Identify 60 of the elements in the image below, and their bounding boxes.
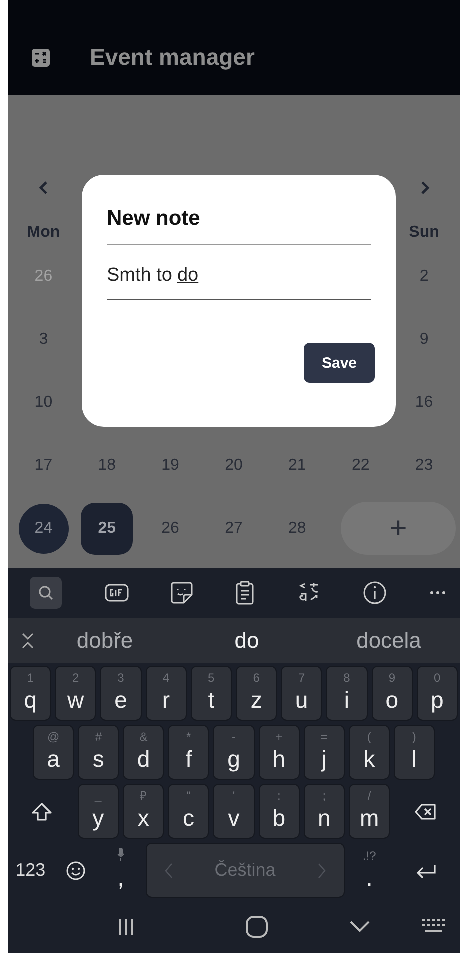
numbers-key[interactable]: 123 (10, 843, 52, 898)
chevron-left-icon[interactable] (39, 180, 48, 194)
key[interactable]: .!? . (349, 843, 390, 898)
key[interactable]: 5 t (190, 666, 232, 721)
key[interactable]: ( k (348, 725, 390, 780)
calculator-icon (32, 48, 50, 66)
key[interactable]: = j (304, 725, 345, 780)
save-button[interactable]: Save (304, 343, 375, 383)
collapse-icon[interactable] (22, 632, 34, 648)
more-icon[interactable] (430, 591, 446, 595)
key[interactable]: 3 e (100, 666, 142, 721)
key[interactable]: - g (213, 725, 255, 780)
chevron-right-icon[interactable] (421, 180, 430, 194)
key[interactable]: & d (123, 725, 164, 780)
key[interactable]: / m (349, 784, 390, 839)
note-input-field[interactable]: Smth to do (107, 265, 371, 300)
key[interactable]: ₽ x (123, 784, 164, 839)
suggestion[interactable]: do (176, 628, 318, 654)
key[interactable]: 1 q (10, 666, 52, 721)
backspace-icon[interactable] (415, 802, 438, 822)
home-icon[interactable] (246, 916, 268, 938)
suggestion[interactable]: docela (318, 628, 460, 654)
chevron-right-icon (318, 862, 326, 878)
key[interactable]: @ a (33, 725, 74, 780)
day-cell[interactable]: 25 (81, 502, 134, 554)
key[interactable]: ) l (394, 725, 435, 780)
chevron-left-icon (164, 862, 173, 878)
key[interactable]: ' v (213, 784, 255, 839)
shift-icon[interactable] (30, 802, 53, 822)
dialog-title: New note (107, 207, 371, 245)
weekday-label: Mon (27, 224, 60, 242)
day-cell[interactable]: 24 (18, 504, 69, 554)
key[interactable]: 2 w (55, 666, 96, 721)
key[interactable]: 7 u (281, 666, 322, 721)
suggestion[interactable]: dobře (34, 628, 176, 654)
key[interactable]: ; n (304, 784, 345, 839)
weekday-label: Sun (409, 224, 440, 242)
key[interactable]: 0 p (416, 666, 458, 721)
key[interactable]: # s (78, 725, 120, 780)
search-icon[interactable] (30, 577, 62, 609)
clipboard-icon[interactable] (236, 581, 254, 605)
microphone-icon (116, 848, 125, 861)
info-icon[interactable] (363, 581, 388, 605)
key[interactable]: 4 r (146, 666, 187, 721)
gif-icon[interactable] (104, 584, 129, 602)
app-title: Event manager (90, 44, 255, 71)
key[interactable]: _ y (78, 784, 119, 839)
key[interactable]: " c (168, 784, 210, 839)
recent-apps-icon[interactable] (118, 918, 134, 936)
key[interactable]: : b (258, 784, 300, 839)
key[interactable]: 9 o (372, 666, 413, 721)
keyboard-icon[interactable] (422, 918, 446, 934)
chevron-down-icon[interactable] (350, 920, 370, 932)
key[interactable]: 8 i (326, 666, 368, 721)
key[interactable]: 6 z (236, 666, 278, 721)
emoji-icon[interactable] (66, 860, 86, 880)
key[interactable]: , (100, 843, 142, 898)
key[interactable]: * f (168, 725, 210, 780)
key[interactable]: + h (258, 725, 300, 780)
sticker-icon[interactable] (171, 582, 194, 604)
